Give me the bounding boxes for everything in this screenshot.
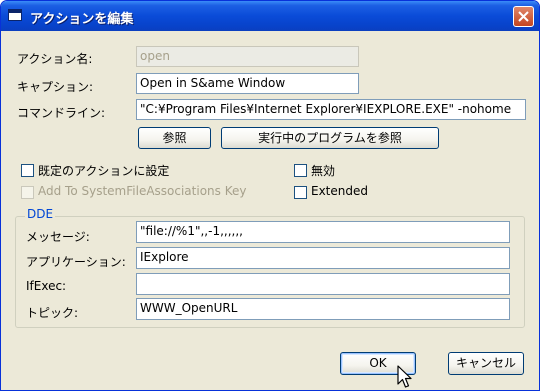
dde-topic-field[interactable]: WWW_OpenURL (136, 298, 510, 320)
close-button[interactable] (513, 6, 534, 27)
set-default-label[interactable]: 既定のアクションに設定 (38, 162, 169, 179)
window-title: アクションを編集 (30, 12, 134, 27)
set-default-checkbox[interactable] (21, 164, 34, 177)
dde-application-label: アプリケーション: (26, 255, 126, 269)
disabled-checkbox[interactable] (294, 164, 307, 177)
dde-topic-label: トピック: (26, 306, 79, 320)
caption-field[interactable]: Open in S&ame Window (136, 73, 359, 94)
browse-button[interactable]: 参照 (138, 127, 211, 149)
caption-label: キャプション: (17, 80, 94, 94)
mouse-cursor-icon (397, 365, 412, 388)
command-line-label: コマンドライン: (17, 106, 106, 120)
dde-application-field[interactable]: IExplore (136, 247, 510, 269)
extended-checkbox[interactable] (294, 186, 307, 199)
disabled-label[interactable]: 無効 (311, 162, 335, 179)
dde-message-label: メッセージ: (26, 230, 90, 244)
add-to-sfa-label: Add To SystemFileAssociations Key (38, 184, 247, 198)
add-to-sfa-checkbox (21, 186, 34, 199)
browse-running-programs-button[interactable]: 実行中のプログラムを参照 (221, 127, 439, 149)
edit-action-dialog: アクションを編集 アクション名: open キャプション: Open in S&… (0, 0, 540, 391)
command-line-field[interactable]: "C:¥Program Files¥Internet Explorer¥IEXP… (136, 99, 526, 120)
cancel-button[interactable]: キャンセル (448, 352, 524, 375)
dde-ifexec-field[interactable] (136, 273, 510, 295)
title-bar[interactable]: アクションを編集 (1, 1, 539, 31)
dde-ifexec-label: IfExec: (26, 279, 67, 293)
action-name-label: アクション名: (17, 52, 93, 66)
extended-label[interactable]: Extended (311, 184, 368, 198)
dde-group-title: DDE (25, 207, 56, 221)
close-icon (518, 11, 529, 22)
action-name-field: open (136, 46, 359, 67)
dde-message-field[interactable]: "file://%1",,-1,,,,,, (136, 221, 510, 243)
window-icon (8, 9, 22, 21)
